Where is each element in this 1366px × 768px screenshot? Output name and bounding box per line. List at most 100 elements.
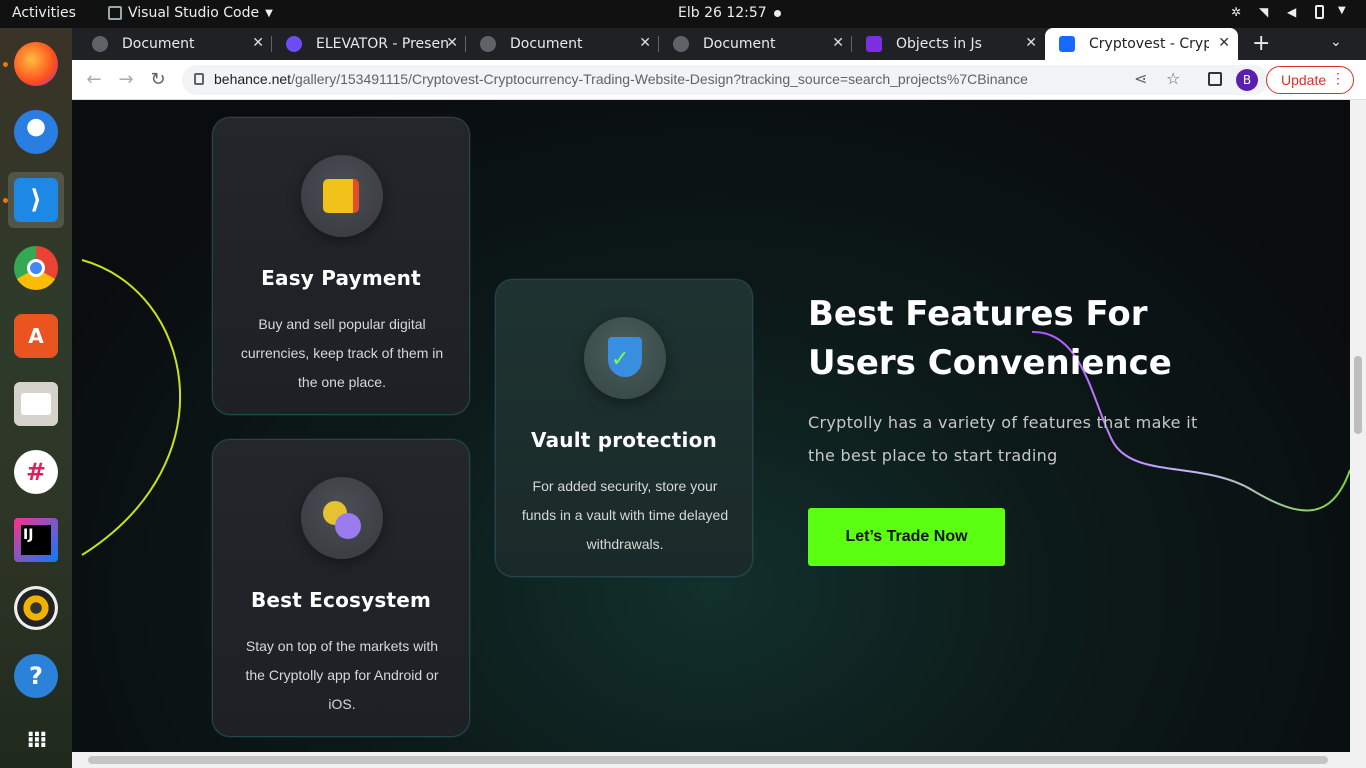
vscode-icon: ⟩ bbox=[14, 178, 58, 222]
canva-icon bbox=[286, 36, 302, 52]
dock-files[interactable] bbox=[8, 376, 64, 432]
feature-card-easy-payment: Easy Payment Buy and sell popular digita… bbox=[212, 117, 470, 415]
dock: ⟩ A # IJ ? ⁝⁝⁝ bbox=[0, 28, 72, 768]
dock-chrome[interactable] bbox=[8, 240, 64, 296]
dock-vscode[interactable]: ⟩ bbox=[3, 172, 64, 228]
close-tab-icon[interactable]: ✕ bbox=[639, 35, 651, 51]
chevron-down-icon: ▼ bbox=[265, 7, 273, 19]
close-tab-icon[interactable]: ✕ bbox=[252, 35, 264, 51]
toolbar: ← → ↻ behance.net/gallery/153491115/Cryp… bbox=[72, 60, 1366, 100]
url-domain: behance.net bbox=[214, 71, 292, 87]
dock-rhythmbox[interactable] bbox=[8, 580, 64, 636]
tab-document-1[interactable]: Document ✕ bbox=[78, 28, 272, 60]
wifi-icon[interactable]: ◥ bbox=[1259, 5, 1273, 19]
close-tab-icon[interactable]: ✕ bbox=[832, 35, 844, 51]
back-icon[interactable]: ← bbox=[82, 68, 106, 92]
card-text: Buy and sell popular digital currencies,… bbox=[240, 316, 444, 390]
url-text[interactable]: behance.net/gallery/153491115/Cryptovest… bbox=[214, 71, 1028, 87]
globe-icon bbox=[92, 36, 108, 52]
page-content: Easy Payment Buy and sell popular digita… bbox=[72, 100, 1350, 752]
files-icon bbox=[14, 382, 58, 426]
dock-slack[interactable]: # bbox=[8, 444, 64, 500]
section-headline: Best Features For Users Convenience bbox=[808, 294, 1172, 383]
url-path: /gallery/153491115/Cryptovest-Cryptocurr… bbox=[291, 71, 1028, 87]
help-icon: ? bbox=[14, 654, 58, 698]
rhythmbox-icon bbox=[14, 586, 58, 630]
app-menu-label: Visual Studio Code bbox=[128, 5, 260, 21]
intellij-icon: IJ bbox=[14, 518, 58, 562]
running-indicator bbox=[3, 198, 8, 203]
tab-objects-in-js[interactable]: Objects in Js ✕ bbox=[852, 28, 1045, 60]
address-bar[interactable]: behance.net/gallery/153491115/Cryptovest… bbox=[182, 65, 1268, 95]
tab-title: Cryptovest - Crypto bbox=[1089, 36, 1209, 52]
dock-thunderbird[interactable] bbox=[8, 104, 64, 160]
dock-app-center[interactable]: A bbox=[8, 308, 64, 364]
card-text: Stay on top of the markets with the Cryp… bbox=[245, 638, 439, 712]
yellow-arc bbox=[81, 259, 182, 556]
colorpicker-icon[interactable]: ✲ bbox=[1231, 5, 1245, 19]
tab-title: ELEVATOR - Presen bbox=[316, 36, 448, 52]
thunderbird-icon bbox=[14, 110, 58, 154]
globe-icon bbox=[673, 36, 689, 52]
slack-icon: # bbox=[14, 450, 58, 494]
card-text: For added security, store your funds in … bbox=[521, 478, 729, 552]
feature-card-best-ecosystem: Best Ecosystem Stay on top of the market… bbox=[212, 439, 470, 737]
activities-button[interactable]: Activities bbox=[12, 5, 76, 21]
tab-document-2[interactable]: Document ✕ bbox=[466, 28, 659, 60]
scroll-thumb[interactable] bbox=[1354, 356, 1362, 434]
notification-dot bbox=[774, 10, 781, 17]
new-tab-icon[interactable]: + bbox=[1252, 31, 1270, 56]
vscode-small-icon bbox=[108, 6, 122, 20]
close-tab-icon[interactable]: ✕ bbox=[1218, 35, 1230, 51]
tab-cryptovest[interactable]: Cryptovest - Crypto ✕ bbox=[1045, 28, 1238, 60]
wallet-icon bbox=[301, 155, 383, 237]
system-top-bar: Activities Visual Studio Code ▼ Elb 26 1… bbox=[0, 0, 1366, 28]
profile-avatar[interactable]: B bbox=[1236, 69, 1258, 91]
running-indicator bbox=[3, 62, 8, 67]
forward-icon[interactable]: → bbox=[114, 68, 138, 92]
show-apps-icon: ⁝⁝⁝ bbox=[26, 727, 47, 753]
bookmark-star-icon[interactable]: ☆ bbox=[1166, 69, 1180, 88]
app-menu[interactable]: Visual Studio Code ▼ bbox=[108, 5, 273, 21]
more-menu-icon: ⋮ bbox=[1331, 70, 1345, 86]
firefox-icon bbox=[14, 42, 58, 86]
horizontal-scrollbar[interactable] bbox=[72, 752, 1366, 768]
chrome-icon bbox=[14, 246, 58, 290]
volume-icon[interactable]: ◀ bbox=[1287, 5, 1301, 19]
coins-icon bbox=[301, 477, 383, 559]
close-tab-icon[interactable]: ✕ bbox=[446, 35, 458, 51]
power-menu-icon[interactable]: ▼ bbox=[1338, 5, 1352, 19]
reload-icon[interactable]: ↻ bbox=[146, 68, 170, 92]
feature-card-vault-protection: ✓ Vault protection For added security, s… bbox=[495, 279, 753, 577]
share-icon[interactable]: ⋖ bbox=[1134, 69, 1147, 88]
dock-show-apps[interactable]: ⁝⁝⁝ bbox=[8, 712, 64, 768]
tab-title: Document bbox=[510, 36, 583, 52]
side-panel-icon[interactable] bbox=[1208, 72, 1222, 86]
tab-document-3[interactable]: Document ✕ bbox=[659, 28, 852, 60]
vertical-scrollbar[interactable] bbox=[1350, 100, 1366, 752]
battery-icon[interactable] bbox=[1315, 5, 1324, 19]
tab-title: Objects in Js bbox=[896, 36, 982, 52]
card-title: Easy Payment bbox=[261, 266, 421, 290]
dock-intellij[interactable]: IJ bbox=[8, 512, 64, 568]
lock-icon[interactable] bbox=[194, 73, 204, 85]
card-title: Best Ecosystem bbox=[250, 588, 432, 612]
trade-now-button[interactable]: Let’s Trade Now bbox=[808, 508, 1005, 566]
card-title: Vault protection bbox=[531, 428, 717, 452]
dock-firefox[interactable] bbox=[3, 36, 64, 92]
tab-title: Document bbox=[703, 36, 776, 52]
update-button[interactable]: Update ⋮ bbox=[1266, 66, 1354, 94]
page-favicon-icon bbox=[866, 36, 882, 52]
section-subtext: Cryptolly has a variety of features that… bbox=[808, 413, 1198, 465]
dock-help[interactable]: ? bbox=[8, 648, 64, 704]
system-tray[interactable]: ✲ ◥ ◀ ▼ bbox=[1231, 5, 1352, 19]
globe-icon bbox=[480, 36, 496, 52]
tab-strip: Document ✕ ELEVATOR - Presen ✕ Document … bbox=[72, 28, 1366, 60]
close-tab-icon[interactable]: ✕ bbox=[1025, 35, 1037, 51]
tab-search-icon[interactable]: ⌄ bbox=[1330, 34, 1342, 50]
tab-elevator[interactable]: ELEVATOR - Presen ✕ bbox=[272, 28, 466, 60]
scroll-thumb[interactable] bbox=[88, 756, 1328, 764]
tab-title: Document bbox=[122, 36, 195, 52]
update-label: Update bbox=[1281, 72, 1327, 88]
clock[interactable]: Elb 26 12:57 bbox=[678, 5, 767, 21]
